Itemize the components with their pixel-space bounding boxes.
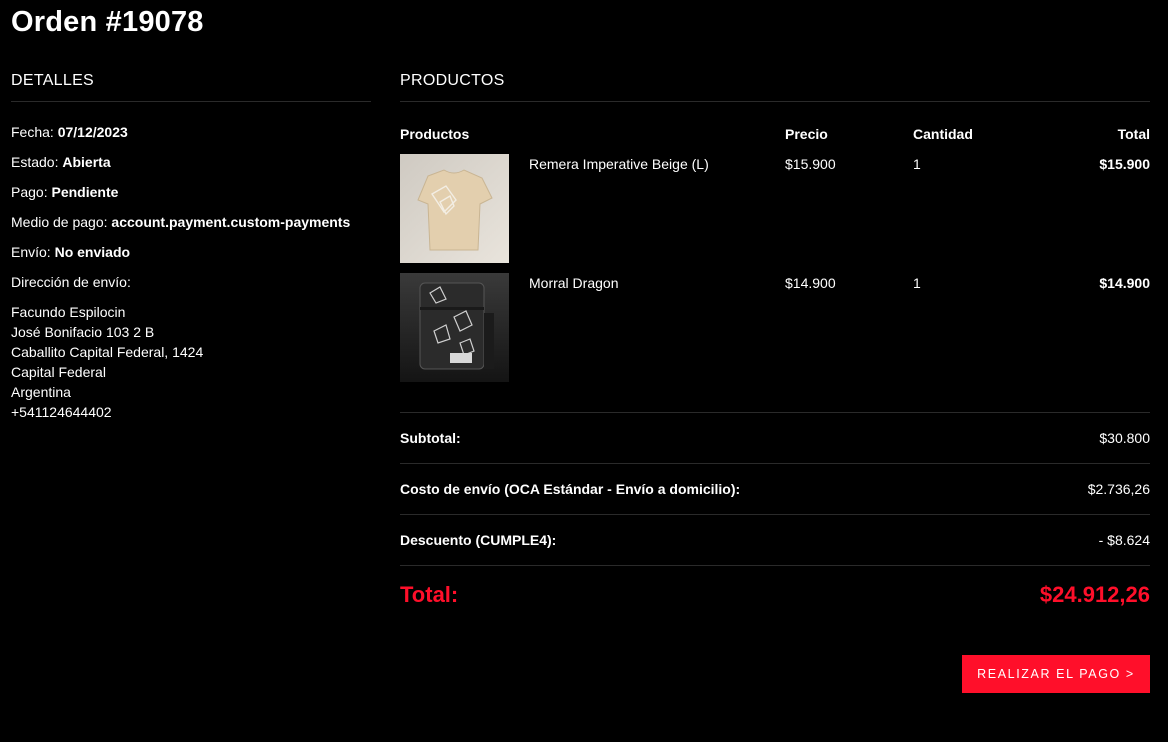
subtotal-value: $30.800 <box>1099 430 1150 446</box>
products-section: PRODUCTOS Productos Precio Cantidad Tota… <box>400 72 1150 693</box>
address-province: Capital Federal <box>11 364 106 380</box>
address-phone: +541124644402 <box>11 404 112 420</box>
detail-direccion: Dirección de envío: <box>11 272 371 292</box>
shipping-row: Costo de envío (OCA Estándar - Envío a d… <box>400 464 1150 515</box>
column-product: Productos <box>400 126 470 142</box>
product-cell: Morral Dragon <box>400 273 785 382</box>
pay-button[interactable]: REALIZAR EL PAGO > <box>962 655 1150 693</box>
product-price: $14.900 <box>785 275 836 291</box>
bag-image[interactable] <box>400 273 509 382</box>
address-country: Argentina <box>11 384 71 400</box>
subtotal-row: Subtotal: $30.800 <box>400 413 1150 464</box>
product-row: Morral Dragon $14.900 1 $14.900 <box>400 273 1150 382</box>
total-row: Total: $24.912,26 <box>400 566 1150 624</box>
discount-value: - $8.624 <box>1098 532 1150 548</box>
column-price: Precio <box>785 126 828 142</box>
product-price: $15.900 <box>785 156 836 172</box>
detail-envio: Envío: No enviado <box>11 242 371 262</box>
estado-value: Abierta <box>62 154 111 170</box>
column-qty: Cantidad <box>913 126 973 142</box>
direccion-label: Dirección de envío: <box>11 274 131 290</box>
fecha-label: Fecha: <box>11 124 54 140</box>
medio-pago-value: account.payment.custom-payments <box>111 214 351 230</box>
detail-fecha: Fecha: 07/12/2023 <box>11 122 371 142</box>
address-name: Facundo Espilocin <box>11 304 126 320</box>
total-value: $24.912,26 <box>1039 582 1150 607</box>
fecha-value: 07/12/2023 <box>57 124 128 140</box>
medio-pago-label: Medio de pago: <box>11 214 108 230</box>
subtotal-label: Subtotal: <box>400 430 461 446</box>
details-section: DETALLES Fecha: 07/12/2023 Estado: Abier… <box>11 72 371 422</box>
page-title: Orden #19078 <box>11 6 204 38</box>
product-row: Remera Imperative Beige (L) $15.900 1 $1… <box>400 154 1150 263</box>
tshirt-image[interactable] <box>400 154 509 263</box>
shipping-label: Costo de envío (OCA Estándar - Envío a d… <box>400 481 741 497</box>
column-total: Total <box>1117 126 1150 142</box>
pago-label: Pago: <box>11 184 48 200</box>
details-list: Fecha: 07/12/2023 Estado: Abierta Pago: … <box>11 122 371 422</box>
address-city: Caballito Capital Federal, 1424 <box>11 344 204 360</box>
product-qty: 1 <box>913 156 921 172</box>
discount-label: Descuento (CUMPLE4): <box>400 532 557 548</box>
detail-medio-pago: Medio de pago: account.payment.custom-pa… <box>11 212 371 232</box>
product-total: $14.900 <box>1099 275 1150 291</box>
pago-value: Pendiente <box>51 184 119 200</box>
envio-label: Envío: <box>11 244 51 260</box>
product-total: $15.900 <box>1099 156 1150 172</box>
products-heading: PRODUCTOS <box>400 72 1150 102</box>
product-cell: Remera Imperative Beige (L) <box>400 154 785 263</box>
shipping-address: Facundo Espilocin José Bonifacio 103 2 B… <box>11 302 371 422</box>
address-street: José Bonifacio 103 2 B <box>11 324 155 340</box>
detail-estado: Estado: Abierta <box>11 152 371 172</box>
envio-value: No enviado <box>54 244 131 260</box>
product-qty: 1 <box>913 275 921 291</box>
product-name[interactable]: Remera Imperative Beige (L) <box>529 156 709 263</box>
detail-pago: Pago: Pendiente <box>11 182 371 202</box>
products-table-header: Productos Precio Cantidad Total <box>400 124 1150 144</box>
details-heading: DETALLES <box>11 72 371 102</box>
product-name[interactable]: Morral Dragon <box>529 275 618 382</box>
shipping-value: $2.736,26 <box>1087 481 1150 497</box>
order-summary: Subtotal: $30.800 Costo de envío (OCA Es… <box>400 412 1150 624</box>
total-label: Total: <box>400 582 459 607</box>
estado-label: Estado: <box>11 154 59 170</box>
discount-row: Descuento (CUMPLE4): - $8.624 <box>400 515 1150 566</box>
